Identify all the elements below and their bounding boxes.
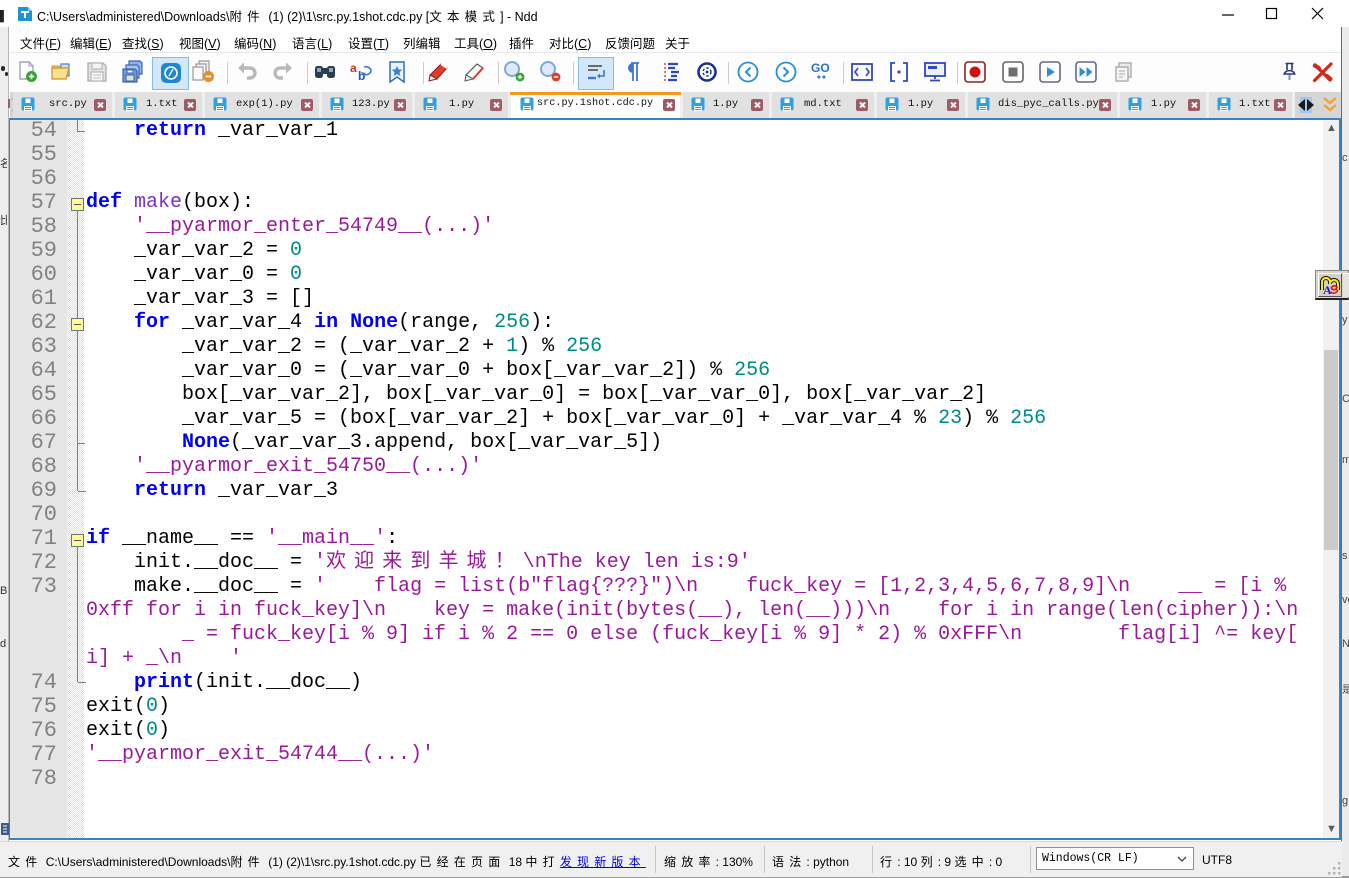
svg-text:b: b: [358, 69, 365, 83]
svg-text:a: a: [350, 61, 357, 75]
svg-text:GO: GO: [811, 61, 830, 75]
svg-text:A: A: [1323, 283, 1332, 296]
